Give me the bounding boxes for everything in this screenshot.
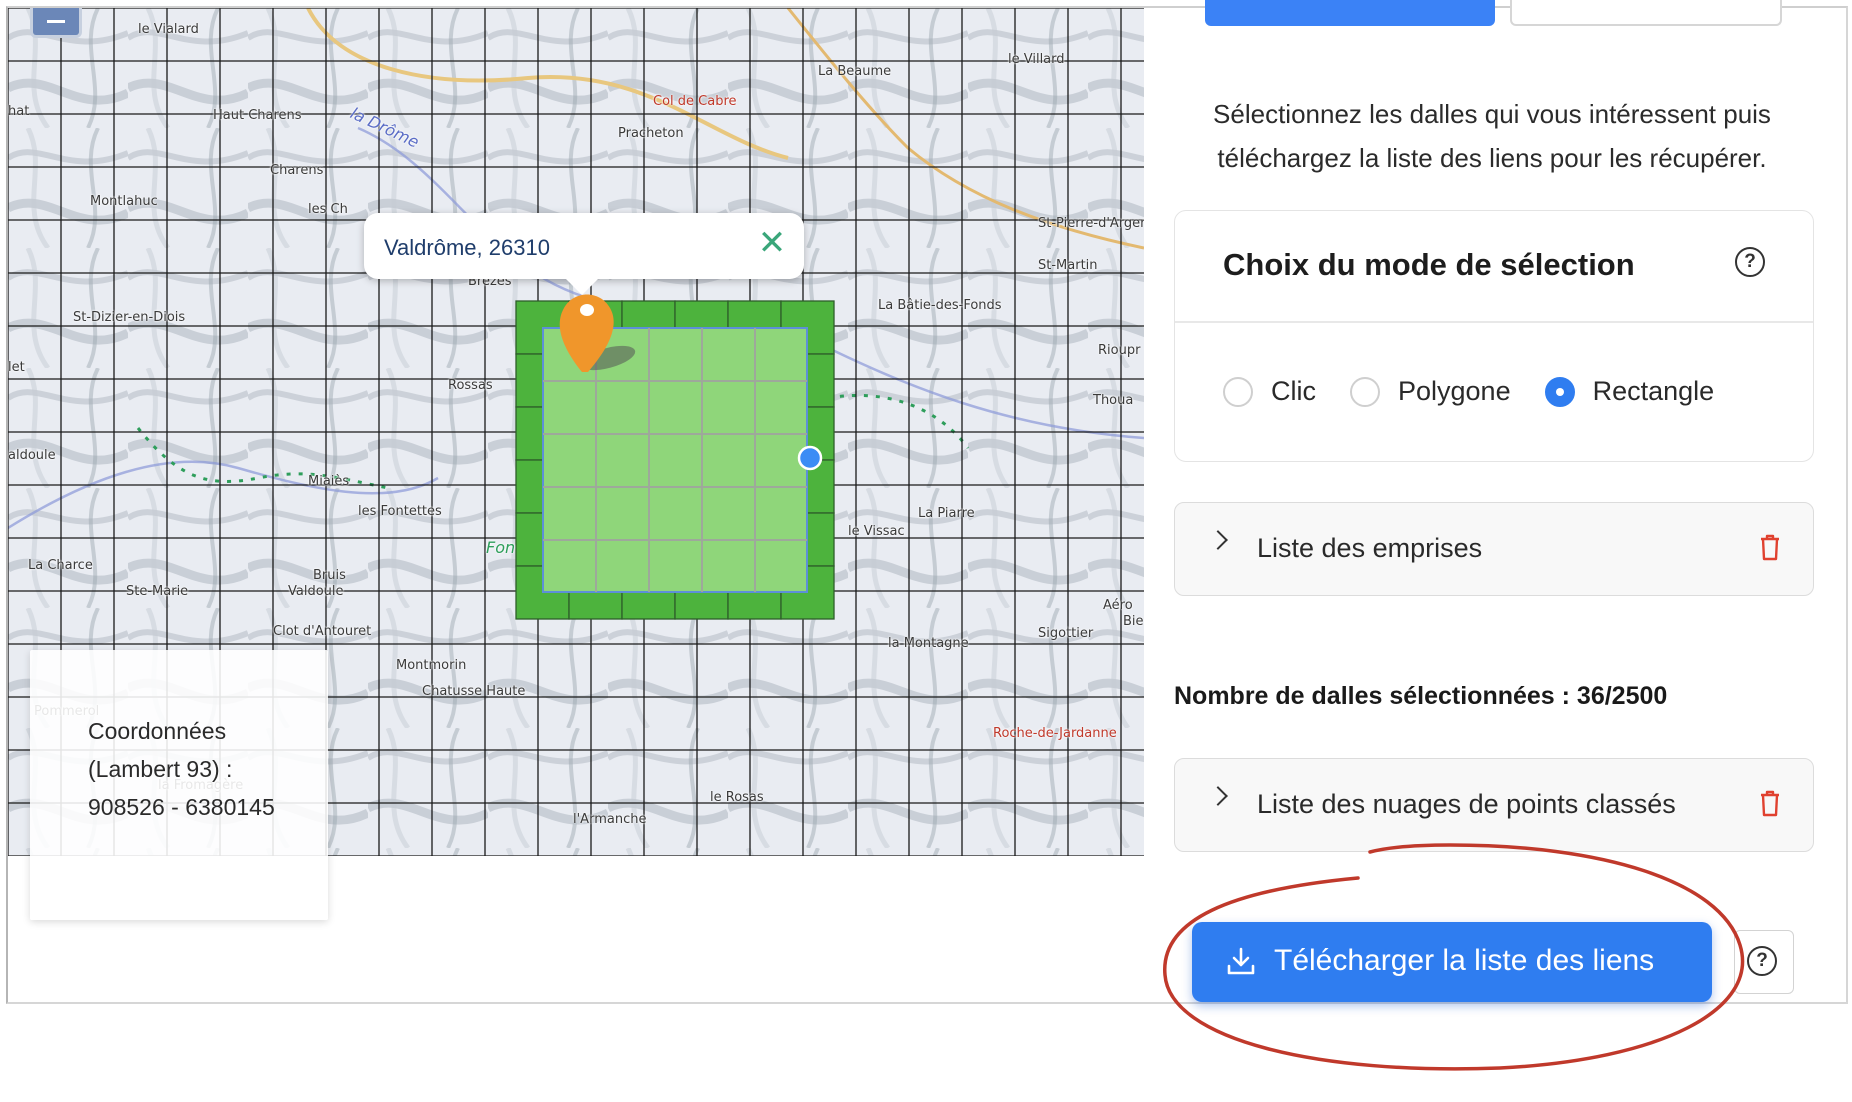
selected-tiles[interactable] [515,300,835,620]
download-links-label: Télécharger la liste des liens [1274,944,1655,977]
card-divider [1175,321,1813,323]
place-label: Col de Cabre [653,94,737,109]
radio-clic[interactable]: Clic [1223,376,1316,407]
place-label: La Charce [28,558,93,573]
help-icon: ? [1747,946,1777,976]
place-label: hat [8,104,30,119]
popup-location-text: Valdrôme, 26310 [384,235,550,260]
chevron-right-icon [1208,786,1228,806]
selection-mode-options: Clic Polygone Rectangle [1223,376,1748,407]
place-label: Fon [486,538,516,557]
place-label: Bie [1123,614,1144,629]
place-label: Bruis [313,568,346,583]
place-label: le Vissac [848,524,905,539]
place-label: La Bâtie-des-Fonds [878,298,1002,313]
place-label: Chatusse Haute [422,684,526,699]
place-label: le Rosas [710,790,764,805]
place-label: St-Pierre-d'Argençon [1038,216,1144,231]
trash-icon[interactable] [1759,533,1781,561]
place-label: la Montagne [888,636,969,651]
download-help-button[interactable]: ? [1734,930,1794,994]
coordinates-text: Coordonnées (Lambert 93) : 908526 - 6380… [88,718,275,820]
place-label: Aéro [1103,598,1133,613]
place-label: Roche-de-Jardanne [993,726,1117,741]
selection-mode-title: Choix du mode de sélection [1223,247,1635,282]
emprises-label: Liste des emprises [1257,533,1483,563]
help-icon[interactable]: ? [1735,247,1765,277]
selection-mode-card: Choix du mode de sélection ? Clic Polygo… [1174,210,1814,462]
download-links-button[interactable]: Télécharger la liste des liens [1192,922,1712,1002]
place-label: let [8,360,25,375]
radio-polygone[interactable]: Polygone [1350,376,1511,407]
place-label: Montmorin [396,658,467,673]
place-label: le Villard [1008,52,1065,67]
place-label: Sigottier [1038,626,1094,641]
place-label: Rossas [448,378,493,393]
place-label: aldoule [8,448,56,463]
radio-label: Clic [1271,376,1316,406]
place-label: Montlahuc [90,194,158,209]
place-label: Rioupr [1098,343,1141,358]
trash-icon[interactable] [1759,789,1781,817]
selected-tiles-count: Nombre de dalles sélectionnées : 36/2500 [1174,682,1668,710]
radio-rectangle[interactable]: Rectangle [1544,376,1715,407]
radio-label: Polygone [1398,376,1511,406]
radio-button[interactable] [1223,376,1253,407]
zoom-out-button[interactable] [30,8,82,38]
download-icon [1227,947,1255,975]
top-secondary-button[interactable] [1510,0,1782,26]
nuages-label: Liste des nuages de points classés [1257,789,1676,819]
place-label: le Vialard [138,22,199,37]
place-label: Ste-Marie [126,584,189,599]
place-label: Haut Charens [213,108,302,123]
close-icon[interactable]: ✕ [754,225,790,261]
minus-icon [47,20,65,23]
place-label: Miaiès [308,474,350,489]
radio-button[interactable] [1350,376,1380,407]
emprises-accordion[interactable]: Liste des emprises [1174,502,1814,596]
place-label: La Piarre [918,506,975,521]
place-label: Clot d'Antouret [273,624,372,639]
place-label: les Fontettes [358,504,442,519]
rectangle-handle[interactable] [797,445,823,471]
location-popup: Valdrôme, 26310 ✕ [364,213,804,295]
place-label: l'Armanche [573,812,647,827]
top-primary-button[interactable] [1205,0,1495,26]
nuages-accordion[interactable]: Liste des nuages de points classés [1174,758,1814,852]
coordinates-box: Coordonnées (Lambert 93) : 908526 - 6380… [30,650,328,920]
place-label: les Ch [308,202,348,217]
radio-button-selected[interactable] [1544,376,1575,407]
place-label: St-Martin [1038,258,1098,273]
place-label: Valdoule [288,584,344,599]
place-label: St-Dizier-en-Diois [73,310,186,325]
chevron-right-icon [1208,530,1228,550]
radio-label: Rectangle [1592,376,1715,406]
intro-text: Sélectionnez les dalles qui vous intéres… [1213,99,1771,173]
place-label: La Beaume [818,64,892,79]
place-label: Pracheton [618,126,684,141]
place-label: Thoua [1093,393,1134,408]
place-label: Charens [270,163,324,178]
